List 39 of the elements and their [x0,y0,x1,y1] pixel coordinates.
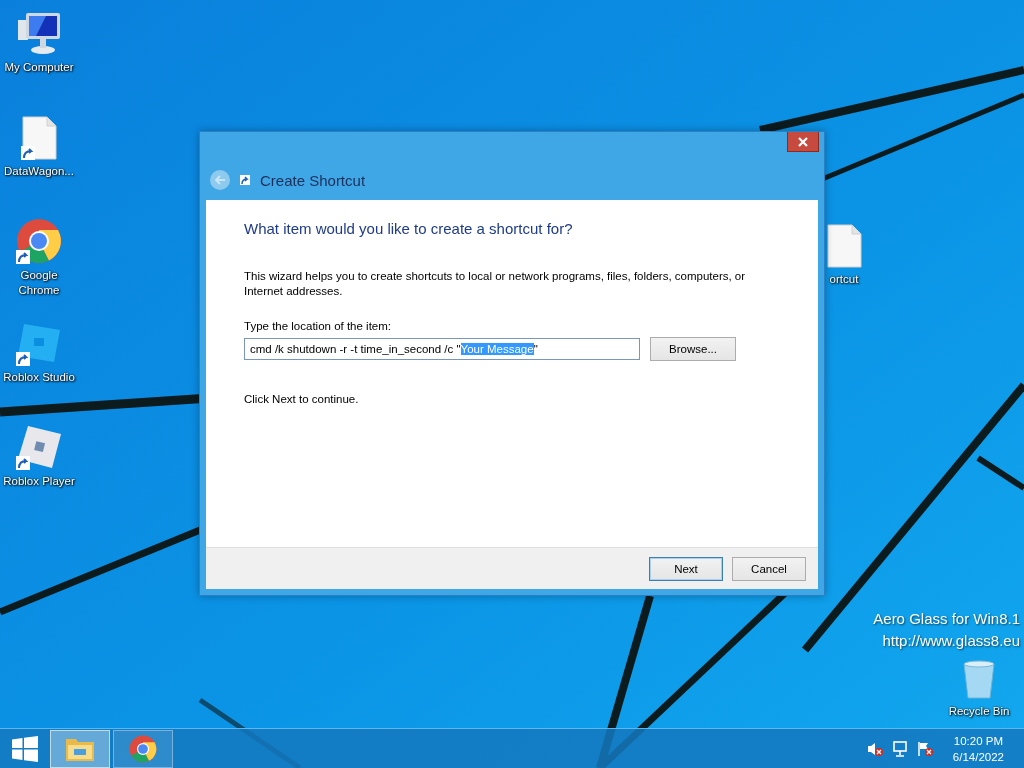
clock[interactable]: 10:20 PM 6/14/2022 [948,732,1008,765]
back-arrow-icon [214,174,226,186]
recycle-bin-icon [962,660,996,700]
network-icon[interactable] [891,740,908,757]
shortcut-arrow-icon [16,456,30,470]
icon-label: Roblox Player [3,474,75,489]
wizard-description: This wizard helps you to create shortcuts to local or network programs, files, folders, computers, or Internet addresses. [244,269,747,299]
icon-label: DataWagon... [4,164,74,179]
watermark-text: Aero Glass for Win8.1 [873,609,1020,629]
dialog-button[interactable]: Next [649,556,723,581]
icon-label: ortcut [829,272,859,287]
close-icon [798,136,808,147]
icon-label: Roblox Studio [3,370,75,385]
shortcut-icon [240,175,250,185]
wizard-heading: What item would you like to create a shortcut for? [244,220,574,237]
shortcut-arrow-icon [21,146,35,160]
computer-icon [16,12,62,56]
muted-speaker-icon[interactable] [866,740,883,757]
icon-label: Google Chrome [17,268,61,298]
hint-text: Click Next to continue. [244,392,360,407]
icon-label: Recycle Bin [948,704,1010,719]
taskbar-button[interactable] [50,729,110,768]
roblox-icon [16,424,62,470]
shortcut-arrow-icon [16,352,30,366]
dialog-button[interactable]: Cancel [732,556,806,581]
chrome-icon [129,734,157,763]
location-input-field[interactable]: cmd /k shutdown -r -t time_in_second /c "Your Message" [244,338,640,360]
close-button[interactable] [787,132,819,152]
shortcut-arrow-icon [16,250,30,264]
browse-button[interactable]: Browse... [650,337,736,361]
flag-icon[interactable] [916,740,933,757]
icon-label: My Computer [4,60,74,75]
watermark-text: http://www.glass8.eu [882,631,1020,651]
windows-logo-icon [12,735,38,762]
field-label: Type the location of the item: [244,319,393,334]
taskbar-button[interactable] [113,729,173,768]
chrome-icon [16,218,62,264]
dialog-title: Create Shortcut [260,171,366,189]
document-icon [826,224,862,268]
